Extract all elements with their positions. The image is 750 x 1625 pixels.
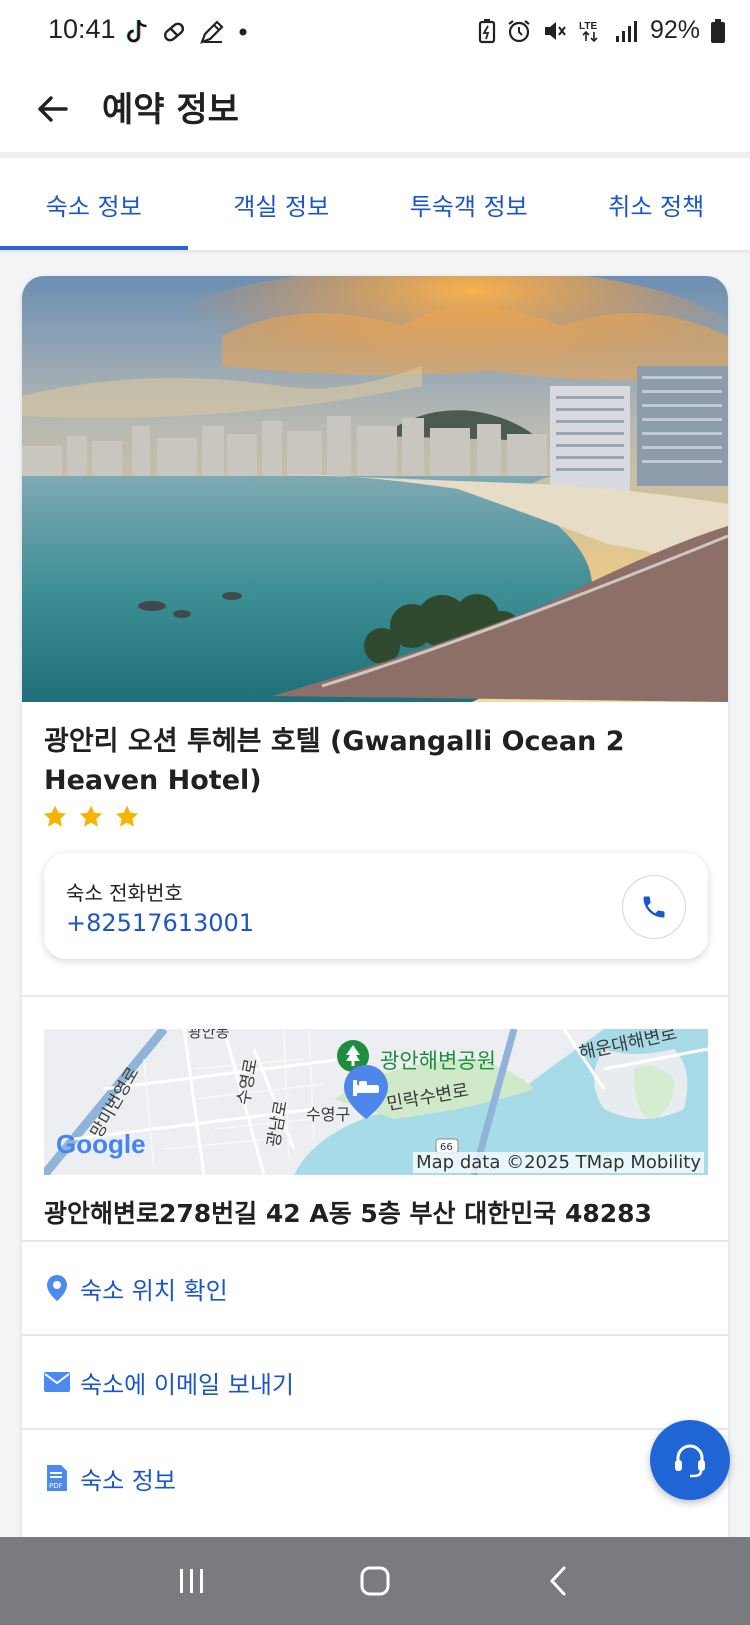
map-attribution: Map data ©2025 TMap Mobility [413, 1152, 704, 1173]
view-location-link[interactable]: 숙소 위치 확인 [22, 1242, 728, 1334]
signal-icon [615, 20, 637, 42]
hotel-photo[interactable] [22, 276, 728, 702]
hotel-name: 광안리 오션 투헤븐 호텔 (Gwangalli Ocean 2 Heaven … [44, 726, 625, 796]
home-button[interactable] [335, 1551, 415, 1611]
property-phone-card: 숙소 전화번호 +82517613001 [44, 853, 708, 959]
svg-text:LTE: LTE [579, 21, 597, 32]
google-logo: Google [56, 1129, 146, 1159]
tab-property-info[interactable]: 숙소 정보 [0, 158, 188, 250]
status-bar: 10:41 LTE 92% [0, 0, 750, 66]
back-button[interactable] [28, 84, 78, 134]
hotel-pin-icon [344, 1065, 388, 1119]
recent-apps-button[interactable] [152, 1551, 232, 1611]
battery-percent: 92% [649, 16, 700, 44]
pdf-icon: PDF [44, 1465, 70, 1491]
system-nav-bar [0, 1537, 750, 1625]
arrow-left-icon [38, 96, 68, 122]
alarm-icon [508, 19, 530, 42]
tab-cancellation-policy[interactable]: 취소 정책 [563, 158, 750, 250]
map-label-area: 광안동 [188, 1029, 230, 1041]
property-info-pdf-link[interactable]: PDF 숙소 정보 [22, 1432, 728, 1524]
status-left-icons [124, 18, 250, 46]
star-icon [79, 805, 103, 827]
tab-bar: 숙소 정보 객실 정보 투숙객 정보 취소 정책 [0, 158, 750, 250]
tab-room-info[interactable]: 객실 정보 [188, 158, 376, 250]
status-time: 10:41 [48, 14, 116, 44]
headset-icon [675, 1444, 705, 1478]
phone-label: 숙소 전화번호 [66, 881, 183, 905]
hotel-card: 광안리 오션 투헤븐 호텔 (Gwangalli Ocean 2 Heaven … [22, 276, 728, 1537]
recent-apps-icon [179, 1569, 203, 1593]
page-title: 예약 정보 [102, 90, 239, 130]
home-icon [360, 1566, 390, 1596]
lte-icon: LTE [579, 21, 598, 42]
location-pin-icon [44, 1275, 70, 1301]
property-info-pdf-label: 숙소 정보 [80, 1466, 176, 1495]
battery-icon [711, 18, 725, 43]
email-property-label: 숙소에 이메일 보내기 [80, 1370, 294, 1399]
pencil-icon [200, 20, 224, 44]
view-location-label: 숙소 위치 확인 [80, 1276, 228, 1305]
chevron-left-icon [550, 1566, 566, 1596]
location-map[interactable]: 66 광안해변공원 해운대해변로 수영구 민락수변로 수영로 광남로 망미번영로… [44, 1029, 708, 1175]
battery-saver-icon [478, 18, 496, 43]
app-bar: 예약 정보 [0, 66, 750, 154]
dot-icon [239, 28, 247, 36]
divider [22, 995, 728, 997]
customer-support-button[interactable] [650, 1420, 730, 1500]
tiktok-icon [126, 19, 147, 43]
mail-icon [44, 1369, 70, 1395]
star-icon [43, 805, 67, 827]
nav-back-button[interactable] [518, 1551, 598, 1611]
tab-guest-info[interactable]: 투숙객 정보 [375, 158, 563, 250]
pill-icon [163, 22, 185, 42]
content-area[interactable]: 광안리 오션 투헤븐 호텔 (Gwangalli Ocean 2 Heaven … [0, 250, 750, 1537]
svg-text:PDF: PDF [49, 1482, 63, 1490]
phone-number-link[interactable]: +82517613001 [66, 909, 254, 937]
mute-icon [544, 21, 566, 40]
status-right-icons: LTE 92% [478, 16, 726, 45]
star-icon [115, 805, 139, 827]
divider [22, 1428, 728, 1430]
property-address: 광안해변로278번길 42 A동 5층 부산 대한민국 48283 [44, 1199, 652, 1228]
star-rating [42, 804, 140, 830]
map-label-park: 광안해변공원 [380, 1049, 496, 1073]
call-button[interactable] [622, 875, 686, 939]
phone-icon [643, 896, 665, 918]
email-property-link[interactable]: 숙소에 이메일 보내기 [22, 1336, 728, 1428]
